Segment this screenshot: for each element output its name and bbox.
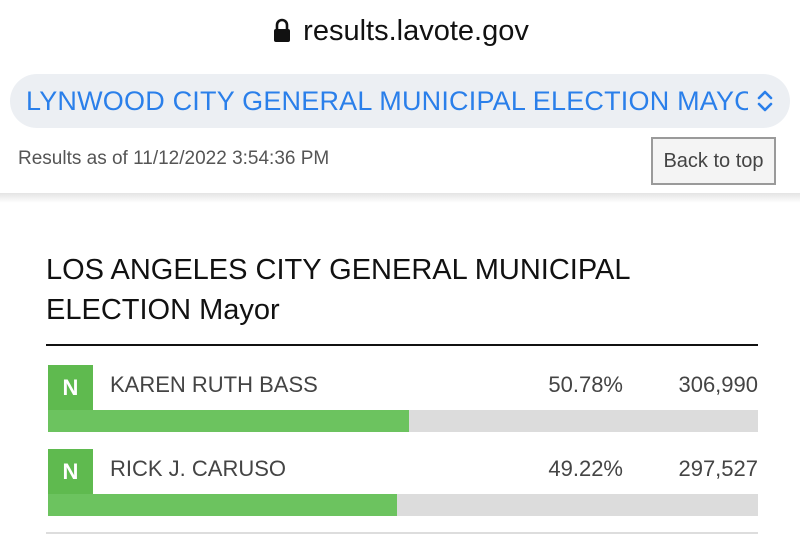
candidate-percent: 50.78% bbox=[548, 372, 623, 397]
nonpartisan-badge: N bbox=[48, 365, 93, 410]
vote-share-fill bbox=[48, 410, 409, 432]
lock-icon bbox=[274, 18, 291, 42]
candidate-row: N RICK J. CARUSO 49.22% 297,527 bbox=[46, 430, 758, 516]
candidate-votes: 297,527 bbox=[678, 456, 758, 481]
vote-share-fill bbox=[48, 494, 398, 516]
header-divider bbox=[0, 193, 800, 203]
contest-title: LOS ANGELES CITY GENERAL MUNICIPAL ELECT… bbox=[46, 254, 630, 326]
vote-share-bar bbox=[48, 410, 758, 432]
address-bar[interactable]: results.lavote.gov bbox=[0, 0, 800, 62]
chevron-updown-icon bbox=[757, 90, 773, 112]
back-to-top-button[interactable]: Back to top bbox=[651, 137, 776, 185]
election-selector[interactable]: LYNWOOD CITY GENERAL MUNICIPAL ELECTION … bbox=[10, 74, 790, 128]
candidate-name: RICK J. CARUSO bbox=[110, 456, 287, 481]
nonpartisan-badge: N bbox=[48, 449, 93, 494]
vote-share-bar bbox=[48, 494, 758, 516]
candidate-votes: 306,990 bbox=[678, 372, 758, 397]
contest-bottom-divider bbox=[46, 532, 758, 534]
results-timestamp: Results as of 11/12/2022 3:54:36 PM bbox=[18, 148, 330, 169]
candidate-percent: 49.22% bbox=[548, 456, 623, 481]
election-selector-value: LYNWOOD CITY GENERAL MUNICIPAL ELECTION … bbox=[26, 85, 748, 116]
candidate-name: KAREN RUTH BASS bbox=[110, 372, 318, 397]
url-text: results.lavote.gov bbox=[303, 14, 529, 47]
candidate-row: N KAREN RUTH BASS 50.78% 306,990 bbox=[46, 346, 758, 432]
